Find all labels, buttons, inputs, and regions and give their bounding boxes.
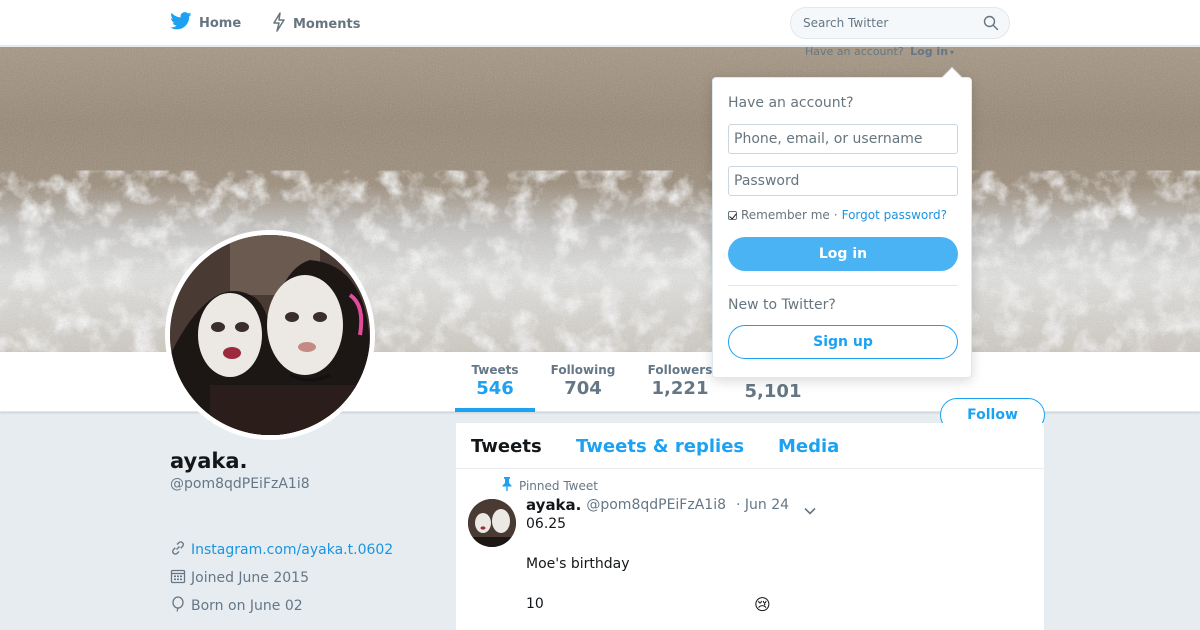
profile-born: Born on June 02 [170, 596, 303, 616]
profile-handle[interactable]: @pom8qdPEiFzA1i8 [170, 476, 310, 492]
caret-down-icon[interactable]: ▾ [950, 48, 954, 57]
stat-tweets-value: 546 [476, 378, 514, 399]
login-toggle[interactable]: Log in [910, 45, 948, 58]
chevron-down-icon[interactable] [803, 501, 817, 520]
profile-avatar[interactable] [165, 230, 375, 440]
nav-home[interactable]: Home [170, 12, 241, 34]
timeline: Tweets Tweets & replies Media Pinned Twe… [456, 423, 1044, 630]
stat-followers-value: 1,221 [651, 378, 709, 399]
remember-row: Remember me · Forgot password? [728, 208, 947, 222]
search-icon[interactable] [983, 15, 999, 35]
crying-face-emoji: 😢 [754, 595, 771, 614]
profile-name[interactable]: ayaka. [170, 449, 248, 473]
stat-tweets-label: Tweets [471, 363, 519, 377]
tweet-avatar[interactable] [468, 499, 516, 547]
account-hint: Have an account? Log in ▾ [805, 45, 954, 58]
tweet-text-line: 06.25 [526, 516, 567, 532]
forgot-password-link[interactable]: Forgot password? [842, 208, 947, 222]
born-text: Born on June 02 [191, 598, 303, 614]
pinned-indicator: Pinned Tweet [501, 477, 598, 494]
twitter-bird-icon [170, 12, 192, 34]
balloon-icon [170, 596, 186, 616]
pinned-label: Pinned Tweet [519, 478, 598, 493]
stat-tweets[interactable]: Tweets 546 [455, 363, 535, 412]
profile-joined: Joined June 2015 [170, 568, 309, 588]
separator: · [833, 208, 838, 222]
profile-website: Instagram.com/ayaka.t.0602 [170, 540, 393, 560]
stat-followers-label: Followers [647, 363, 713, 377]
top-nav-bar: Home Moments [0, 0, 1200, 46]
login-dropdown: Have an account? Remember me · Forgot pa… [712, 67, 972, 378]
remember-label[interactable]: Remember me [741, 208, 830, 222]
account-prompt: Have an account? [805, 45, 904, 58]
calendar-icon [170, 568, 186, 588]
signup-button[interactable]: Sign up [728, 325, 958, 359]
stat-following[interactable]: Following 704 [548, 363, 618, 399]
nav-home-label: Home [199, 15, 242, 31]
stat-following-value: 704 [564, 378, 602, 399]
tweet-author-handle[interactable]: @pom8qdPEiFzA1i8 [586, 497, 726, 513]
search-box [790, 7, 1010, 39]
website-link[interactable]: Instagram.com/ayaka.t.0602 [191, 542, 393, 558]
login-button[interactable]: Log in [728, 237, 958, 271]
pin-icon [501, 477, 513, 494]
tab-media[interactable]: Media [778, 436, 839, 457]
stat-likes[interactable]: 5,101 [738, 380, 808, 402]
stat-followers[interactable]: Followers 1,221 [645, 363, 715, 399]
tab-tweets[interactable]: Tweets [471, 436, 542, 457]
stat-following-label: Following [550, 363, 616, 377]
link-icon [170, 540, 186, 560]
password-field[interactable] [728, 166, 958, 196]
login-dropdown-title: Have an account? [728, 95, 854, 111]
new-to-twitter-text: New to Twitter? [728, 297, 836, 313]
divider [728, 285, 958, 286]
timeline-tabs: Tweets Tweets & replies Media [456, 423, 1044, 469]
search-input[interactable] [792, 9, 972, 37]
tweet-author-name[interactable]: ayaka. [526, 496, 581, 514]
remember-checkbox[interactable] [728, 210, 737, 220]
stat-likes-value: 5,101 [744, 381, 802, 402]
joined-text: Joined June 2015 [191, 570, 309, 586]
tweet-text-line: 10 [526, 596, 544, 612]
tweet-header: ayaka. @pom8qdPEiFzA1i8 · Jun 24 [526, 496, 789, 514]
tweet-date[interactable]: · Jun 24 [736, 497, 789, 513]
lightning-icon [272, 12, 286, 36]
tweet-text-line: Moe's birthday [526, 556, 630, 572]
tab-tweets-replies[interactable]: Tweets & replies [576, 436, 744, 457]
nav-moments[interactable]: Moments [272, 12, 360, 36]
username-field[interactable] [728, 124, 958, 154]
nav-moments-label: Moments [293, 16, 361, 32]
